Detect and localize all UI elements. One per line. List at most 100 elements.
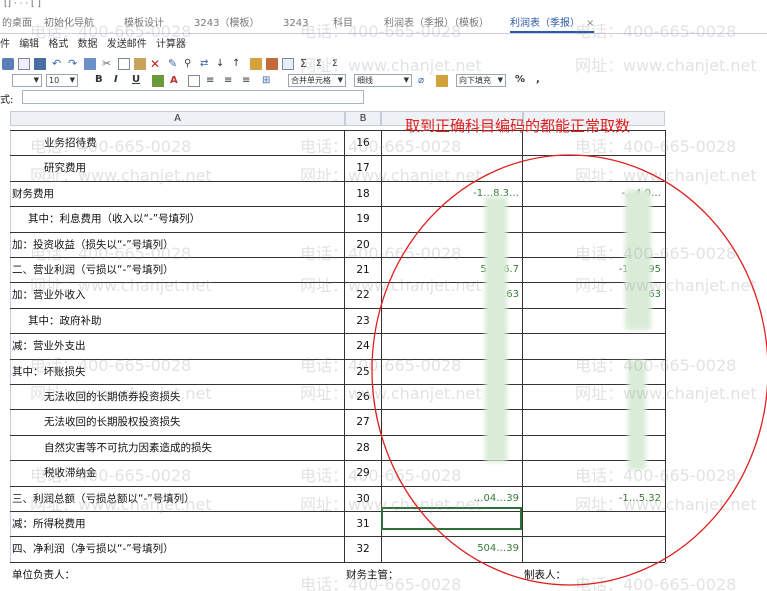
menu-file[interactable]: 件 <box>0 39 10 50</box>
row-label[interactable]: 无法收回的长期债券投资损失 <box>44 390 181 404</box>
row-label[interactable]: 业务招待费 <box>44 136 97 150</box>
fill-color-icon[interactable] <box>152 75 164 87</box>
row-label[interactable]: 税收滞纳金 <box>44 466 97 480</box>
row-label[interactable]: 减：所得税费用 <box>12 517 86 531</box>
formula-input[interactable] <box>22 90 364 104</box>
row-number[interactable]: 31 <box>344 517 382 531</box>
sum-icon[interactable]: Σ <box>300 58 312 70</box>
row-label[interactable]: 加：营业外收入 <box>12 288 86 302</box>
tab-income-quarterly[interactable]: 利润表（季报） × <box>510 15 595 33</box>
row-label[interactable]: 其中：坏账损失 <box>12 365 86 379</box>
font-size-select[interactable]: 10 ▼ <box>46 74 78 87</box>
tab-income-quarterly-template[interactable]: 利润表（季报）（模板） <box>384 15 489 33</box>
sum-col-icon[interactable]: Σ <box>332 58 344 70</box>
find-icon[interactable]: ⚲ <box>184 58 196 70</box>
brush-icon[interactable]: ✎ <box>168 58 180 70</box>
grid-hline <box>10 308 665 309</box>
row-label[interactable]: 加：投资收益（损失以“-”号填列） <box>12 238 174 252</box>
font-color-icon[interactable]: A <box>170 75 182 87</box>
row-number[interactable]: 29 <box>344 466 382 480</box>
row-number[interactable]: 19 <box>344 212 382 226</box>
menu-edit[interactable]: 编辑 <box>19 39 39 50</box>
insert-col-icon[interactable] <box>266 58 278 70</box>
row-number[interactable]: 23 <box>344 314 382 328</box>
tab-template-design[interactable]: 模板设计 <box>124 15 164 33</box>
row-label[interactable]: 二、营业利润（亏损以“-”号填列） <box>12 263 174 277</box>
sort-desc-icon[interactable]: ↑ <box>232 58 244 70</box>
row-number[interactable]: 18 <box>344 187 382 201</box>
cut-icon[interactable]: ✂ <box>102 58 114 70</box>
border-icon[interactable] <box>188 75 200 87</box>
delete-icon[interactable]: ✕ <box>150 58 162 70</box>
column-header-a[interactable]: A <box>10 111 345 126</box>
row-number[interactable]: 27 <box>344 415 382 429</box>
tab-3243[interactable]: 3243 <box>283 15 308 33</box>
fill-down-icon[interactable] <box>436 75 448 87</box>
row-label[interactable]: 其中：政府补助 <box>28 314 102 328</box>
print-preview-icon[interactable] <box>18 58 30 70</box>
row-number[interactable]: 26 <box>344 390 382 404</box>
row-number[interactable]: 24 <box>344 339 382 353</box>
menu-data[interactable]: 数据 <box>78 39 98 50</box>
bold-button[interactable]: B <box>95 74 103 85</box>
percent-button[interactable]: % <box>515 74 525 85</box>
row-number[interactable]: 17 <box>344 161 382 175</box>
align-center-icon[interactable]: ≡ <box>224 75 236 87</box>
row-label[interactable]: 研究费用 <box>44 161 86 175</box>
close-icon[interactable]: × <box>586 18 594 29</box>
row-label[interactable]: 其中：利息费用（收入以“-”号填列） <box>28 212 200 226</box>
row-number[interactable]: 32 <box>344 542 382 556</box>
font-name-select[interactable]: ▼ <box>12 74 42 87</box>
border-style-select[interactable]: 细线 ▼ <box>354 74 412 87</box>
row-number[interactable]: 21 <box>344 263 382 277</box>
row-label[interactable]: 财务费用 <box>12 187 54 201</box>
row-label[interactable]: 自然灾害等不可抗力因素造成的损失 <box>44 441 212 455</box>
wrap-icon[interactable]: ⊞ <box>262 75 274 87</box>
undo-icon[interactable]: ↶ <box>52 58 64 70</box>
menu-send-mail[interactable]: 发送邮件 <box>107 39 147 50</box>
row-number[interactable]: 22 <box>344 288 382 302</box>
menu-format[interactable]: 格式 <box>48 39 68 50</box>
cell-value-prior[interactable]: -1…5.32 <box>525 493 661 505</box>
row-label[interactable]: 四、净利润（净亏损以“-”号填列） <box>12 542 174 556</box>
row-number[interactable]: 28 <box>344 441 382 455</box>
cell-value-current[interactable]: …04…39 <box>383 493 519 505</box>
menu-calculator[interactable]: 计算器 <box>156 39 186 50</box>
align-right-icon[interactable]: ≡ <box>242 75 254 87</box>
tab-3243-template[interactable]: 3243（模板） <box>194 15 259 33</box>
row-number[interactable]: 30 <box>344 492 382 506</box>
grid-hline <box>10 460 665 461</box>
tab-desktop[interactable]: 的桌面 <box>2 15 32 33</box>
new-icon[interactable] <box>2 58 14 70</box>
row-label[interactable]: 无法收回的长期股权投资损失 <box>44 415 181 429</box>
row-label[interactable]: 三、利润总额（亏损总额以“-”号填列） <box>12 492 195 506</box>
clear-icon[interactable]: ⌀ <box>418 75 430 87</box>
grid-hline <box>10 409 665 410</box>
row-label[interactable]: 减：营业外支出 <box>12 339 86 353</box>
copy-icon[interactable] <box>118 58 130 70</box>
paste-icon[interactable] <box>134 58 146 70</box>
fill-select[interactable]: 向下填充 ▼ <box>456 74 506 87</box>
merge-select[interactable]: 合并单元格 ▼ <box>288 74 346 87</box>
column-header-b[interactable]: B <box>345 111 381 126</box>
row-number[interactable]: 20 <box>344 238 382 252</box>
row-number[interactable]: 25 <box>344 365 382 379</box>
grid-icon[interactable] <box>84 58 96 70</box>
sum-row-icon[interactable]: Σ <box>316 58 328 70</box>
redo-icon[interactable]: ↷ <box>68 58 80 70</box>
underline-button[interactable]: U <box>132 74 140 85</box>
replace-icon[interactable]: ⇄ <box>200 58 212 70</box>
cell-value-current[interactable]: 504…39 <box>383 543 519 555</box>
table-icon[interactable] <box>282 58 294 70</box>
save-icon[interactable] <box>34 58 46 70</box>
selected-cell[interactable] <box>381 507 522 530</box>
italic-button[interactable]: I <box>114 74 118 85</box>
tab-init-guide[interactable]: 初始化导航 <box>44 15 94 33</box>
tab-accounts[interactable]: 科目 <box>333 15 353 33</box>
row-number[interactable]: 16 <box>344 136 382 150</box>
comma-button[interactable]: , <box>536 74 540 85</box>
insert-row-icon[interactable] <box>250 58 262 70</box>
align-left-icon[interactable]: ≡ <box>206 75 218 87</box>
watermark-text: 电话：400-665-0028 <box>575 466 737 485</box>
sort-asc-icon[interactable]: ↓ <box>216 58 228 70</box>
